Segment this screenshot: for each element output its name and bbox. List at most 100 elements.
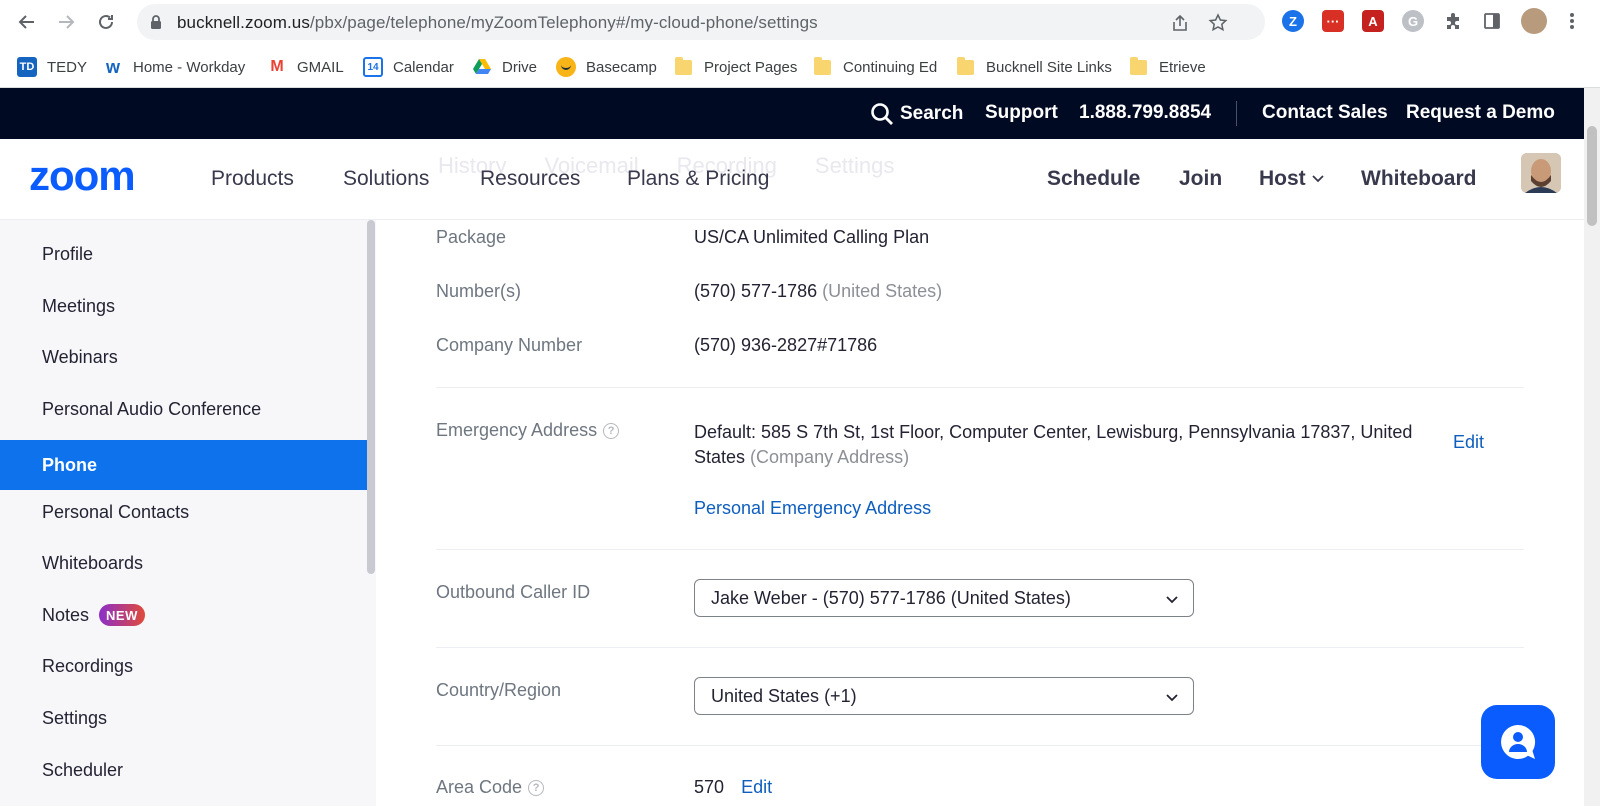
chevron-down-icon: [1312, 175, 1324, 183]
folder-icon: [957, 56, 974, 75]
section-divider: [436, 745, 1524, 746]
sidebar-scrollbar[interactable]: [367, 220, 375, 574]
pdf-extension-icon[interactable]: A: [1362, 10, 1384, 32]
forward-icon[interactable]: [53, 9, 79, 35]
profile-avatar-icon[interactable]: [1521, 8, 1547, 34]
bookmark-gmail[interactable]: M GMAIL: [267, 56, 343, 78]
kebab-menu-icon[interactable]: [1561, 10, 1583, 32]
sidebar-item-notes[interactable]: Notes NEW: [0, 590, 368, 640]
bookmark-calendar[interactable]: 14 Calendar: [363, 56, 454, 78]
package-label: Package: [436, 227, 507, 247]
nav-schedule[interactable]: Schedule: [1047, 167, 1140, 191]
share-icon[interactable]: [1169, 12, 1191, 34]
bookmark-bucknell-site-links[interactable]: Bucknell Site Links: [957, 56, 1112, 78]
nav-products[interactable]: Products: [211, 167, 294, 191]
nav-host[interactable]: Host: [1259, 167, 1324, 191]
area-code-edit-link[interactable]: Edit: [741, 777, 772, 797]
nav-plans-pricing[interactable]: Plans & Pricing: [627, 167, 769, 191]
chevron-down-icon: [1165, 591, 1179, 612]
sidebar-item-webinars[interactable]: Webinars: [0, 332, 368, 382]
page-scrollbar[interactable]: [1584, 88, 1600, 806]
chevron-down-icon: [1165, 689, 1179, 710]
search-link[interactable]: Search: [870, 102, 963, 126]
svg-text:zoom: zoom: [29, 157, 135, 197]
bookmark-continuing-ed[interactable]: Continuing Ed: [814, 56, 937, 78]
calendar-icon: 14: [363, 57, 383, 77]
bookmark-etrieve[interactable]: Etrieve: [1130, 56, 1206, 78]
nav-resources[interactable]: Resources: [480, 167, 580, 191]
drive-icon: [472, 57, 492, 77]
zoom-logo[interactable]: zoom: [29, 152, 169, 202]
bookmarks-bar: TD TEDY w Home - Workday M GMAIL 14 Calendar…: [0, 44, 1600, 88]
side-panel-icon[interactable]: [1481, 10, 1503, 32]
numbers-value: (570) 577-1786 (United States): [694, 281, 943, 301]
sidebar-item-whiteboards[interactable]: Whiteboards: [0, 538, 368, 588]
zoom-top-bar: Search Support 1.888.799.8854 Contact Sa…: [0, 88, 1584, 139]
section-divider: [436, 647, 1524, 648]
chat-bot-icon: [1497, 721, 1539, 763]
personal-emergency-address-link[interactable]: Personal Emergency Address: [694, 498, 931, 519]
sidebar-item-settings[interactable]: Settings: [0, 693, 368, 743]
sidebar-item-phone[interactable]: Phone: [0, 440, 368, 490]
extensions-puzzle-icon[interactable]: [1442, 10, 1464, 32]
main-navigation: History Voicemail Recording Settings zoom P…: [0, 139, 1584, 220]
contact-sales-link[interactable]: Contact Sales: [1262, 102, 1388, 124]
new-badge: NEW: [99, 604, 145, 626]
address-bar[interactable]: bucknell.zoom.us/pbx/page/telephone/myZo…: [137, 4, 1265, 40]
support-link[interactable]: Support: [985, 102, 1058, 124]
url-text: bucknell.zoom.us/pbx/page/telephone/myZo…: [177, 13, 818, 32]
section-divider: [436, 549, 1524, 550]
country-region-select[interactable]: United States (+1): [694, 677, 1194, 715]
bookmark-basecamp[interactable]: Basecamp: [556, 56, 657, 78]
tedy-icon: TD: [17, 57, 37, 77]
help-icon[interactable]: ?: [528, 780, 545, 796]
folder-icon: [675, 56, 692, 75]
phone-settings-content: Package US/CA Unlimited Calling Plan Num…: [376, 220, 1584, 806]
sidebar-item-meetings[interactable]: Meetings: [0, 281, 368, 331]
emergency-address-value: Default: 585 S 7th St, 1st Floor, Comput…: [694, 422, 1413, 467]
bookmark-drive[interactable]: Drive: [472, 56, 537, 78]
nav-whiteboard[interactable]: Whiteboard: [1361, 167, 1477, 191]
bookmark-workday[interactable]: w Home - Workday: [103, 56, 245, 78]
lastpass-extension-icon[interactable]: ···: [1322, 10, 1344, 32]
request-demo-link[interactable]: Request a Demo: [1406, 102, 1555, 124]
help-icon[interactable]: ?: [603, 423, 620, 439]
bookmark-project-pages[interactable]: Project Pages: [675, 56, 797, 78]
nav-join[interactable]: Join: [1179, 167, 1222, 191]
country-region-label: Country/Region: [436, 680, 562, 700]
zoom-extension-icon[interactable]: Z: [1282, 10, 1304, 32]
outbound-caller-id-label: Outbound Caller ID: [436, 582, 591, 602]
user-avatar[interactable]: [1521, 153, 1561, 193]
area-code-label: Area Code?: [436, 777, 545, 798]
chat-support-button[interactable]: [1481, 705, 1555, 779]
back-icon[interactable]: [14, 9, 40, 35]
nav-solutions[interactable]: Solutions: [343, 167, 429, 191]
section-divider: [436, 387, 1524, 388]
sidebar: Profile Meetings Webinars Personal Audio…: [0, 220, 376, 806]
outbound-caller-id-select[interactable]: Jake Weber - (570) 577-1786 (United Stat…: [694, 579, 1194, 617]
lock-icon: [149, 14, 163, 35]
numbers-label: Number(s): [436, 281, 522, 301]
sidebar-item-scheduler[interactable]: Scheduler: [0, 745, 368, 795]
search-icon: [870, 102, 894, 126]
sidebar-item-profile[interactable]: Profile: [0, 229, 368, 279]
folder-icon: [1130, 56, 1147, 75]
reload-icon[interactable]: [93, 9, 119, 35]
company-number-label: Company Number: [436, 335, 583, 355]
gmail-icon: M: [270, 58, 284, 75]
emergency-address-edit-link[interactable]: Edit: [1453, 432, 1484, 453]
browser-toolbar: bucknell.zoom.us/pbx/page/telephone/myZo…: [0, 0, 1600, 44]
package-value: US/CA Unlimited Calling Plan: [694, 227, 930, 247]
folder-icon: [814, 56, 831, 75]
sidebar-item-personal-contacts[interactable]: Personal Contacts: [0, 487, 368, 537]
sidebar-item-recordings[interactable]: Recordings: [0, 641, 368, 691]
bookmark-tedy[interactable]: TD TEDY: [17, 56, 87, 78]
area-code-value: 570 Edit: [694, 777, 773, 797]
topbar-divider: [1236, 101, 1237, 126]
bookmark-star-icon[interactable]: [1207, 12, 1229, 34]
workday-icon: w: [105, 56, 120, 77]
sidebar-item-personal-audio-conference[interactable]: Personal Audio Conference: [0, 384, 368, 434]
scrollbar-thumb[interactable]: [1587, 126, 1597, 226]
grammarly-extension-icon[interactable]: G: [1402, 10, 1424, 32]
phone-number-link[interactable]: 1.888.799.8854: [1079, 102, 1211, 124]
